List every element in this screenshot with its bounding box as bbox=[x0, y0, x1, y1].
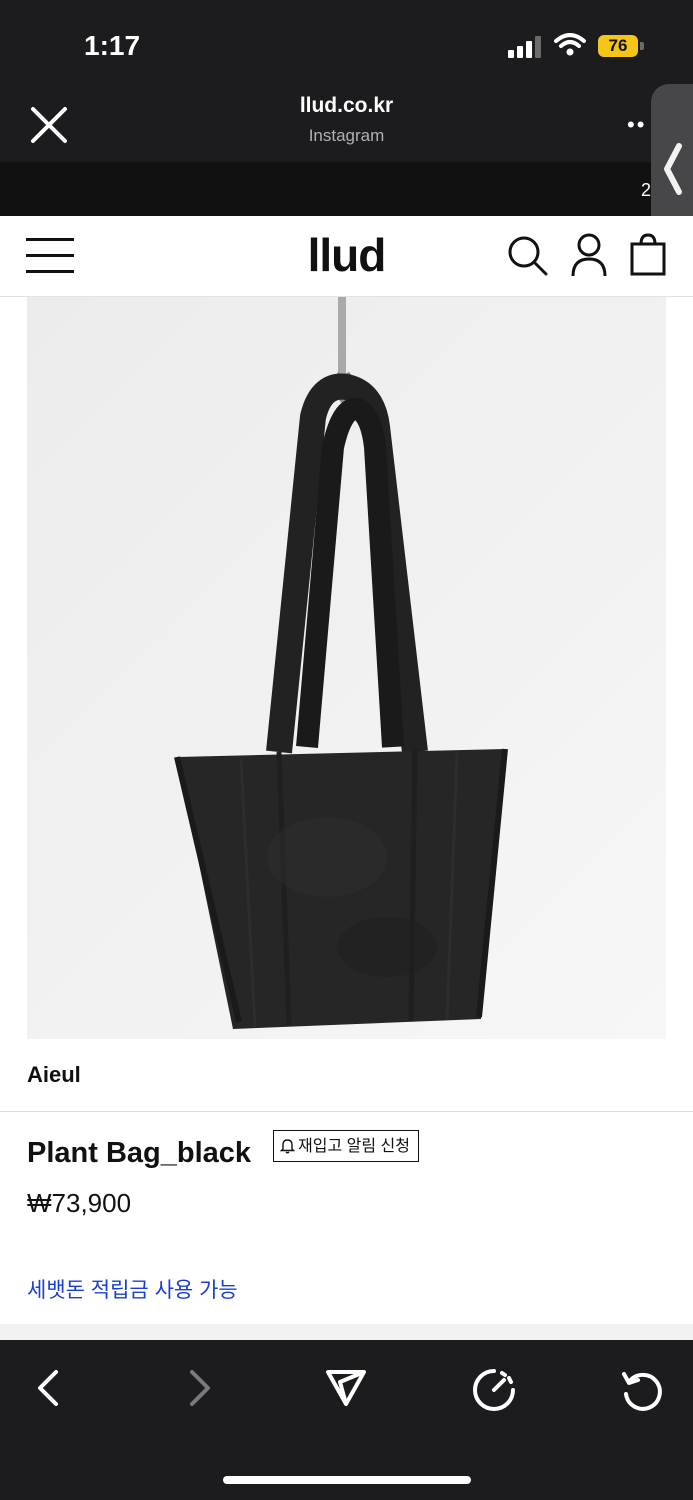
reload-icon[interactable] bbox=[620, 1368, 664, 1412]
bell-icon bbox=[279, 1139, 296, 1154]
product-brand[interactable]: Aieul bbox=[27, 1062, 81, 1088]
battery-tip bbox=[640, 42, 644, 50]
back-icon[interactable] bbox=[34, 1368, 64, 1408]
battery-indicator: 76 bbox=[598, 35, 638, 57]
product-price: ₩73,900 bbox=[27, 1188, 132, 1218]
in-app-browser-header: llud.co.kr Instagram •• bbox=[0, 84, 693, 246]
speed-gauge-icon[interactable] bbox=[472, 1368, 516, 1412]
status-time: 1:17 bbox=[84, 30, 141, 61]
wifi-icon bbox=[554, 33, 586, 56]
account-icon[interactable] bbox=[570, 232, 608, 278]
product-image[interactable] bbox=[27, 297, 666, 1039]
forward-icon[interactable] bbox=[184, 1368, 214, 1408]
restock-alert-label: 재입고 알림 신청 bbox=[298, 1138, 410, 1155]
shopping-bag-icon[interactable] bbox=[628, 232, 668, 276]
page-domain: llud.co.kr bbox=[299, 94, 394, 117]
referrer-label: Instagram bbox=[308, 126, 385, 145]
share-icon[interactable] bbox=[324, 1368, 368, 1408]
home-indicator bbox=[223, 1476, 471, 1484]
search-icon[interactable] bbox=[506, 234, 550, 278]
status-bar: 1:17 76 bbox=[0, 0, 693, 84]
more-options-icon[interactable]: •• bbox=[627, 112, 646, 138]
divider bbox=[0, 1111, 693, 1112]
site-header: llud bbox=[0, 216, 693, 297]
promo-banner[interactable]: 2 bbox=[0, 162, 693, 216]
tote-bag-photo bbox=[174, 297, 508, 1029]
cellular-signal-icon bbox=[508, 36, 541, 58]
points-usage-link[interactable]: 세뱃돈 적립금 사용 가능 bbox=[27, 1274, 238, 1304]
product-title: Plant Bag_black bbox=[27, 1137, 252, 1169]
section-gap bbox=[0, 1324, 693, 1340]
restock-alert-button[interactable]: 재입고 알림 신청 bbox=[273, 1130, 419, 1162]
promo-text: 2 bbox=[641, 180, 652, 200]
